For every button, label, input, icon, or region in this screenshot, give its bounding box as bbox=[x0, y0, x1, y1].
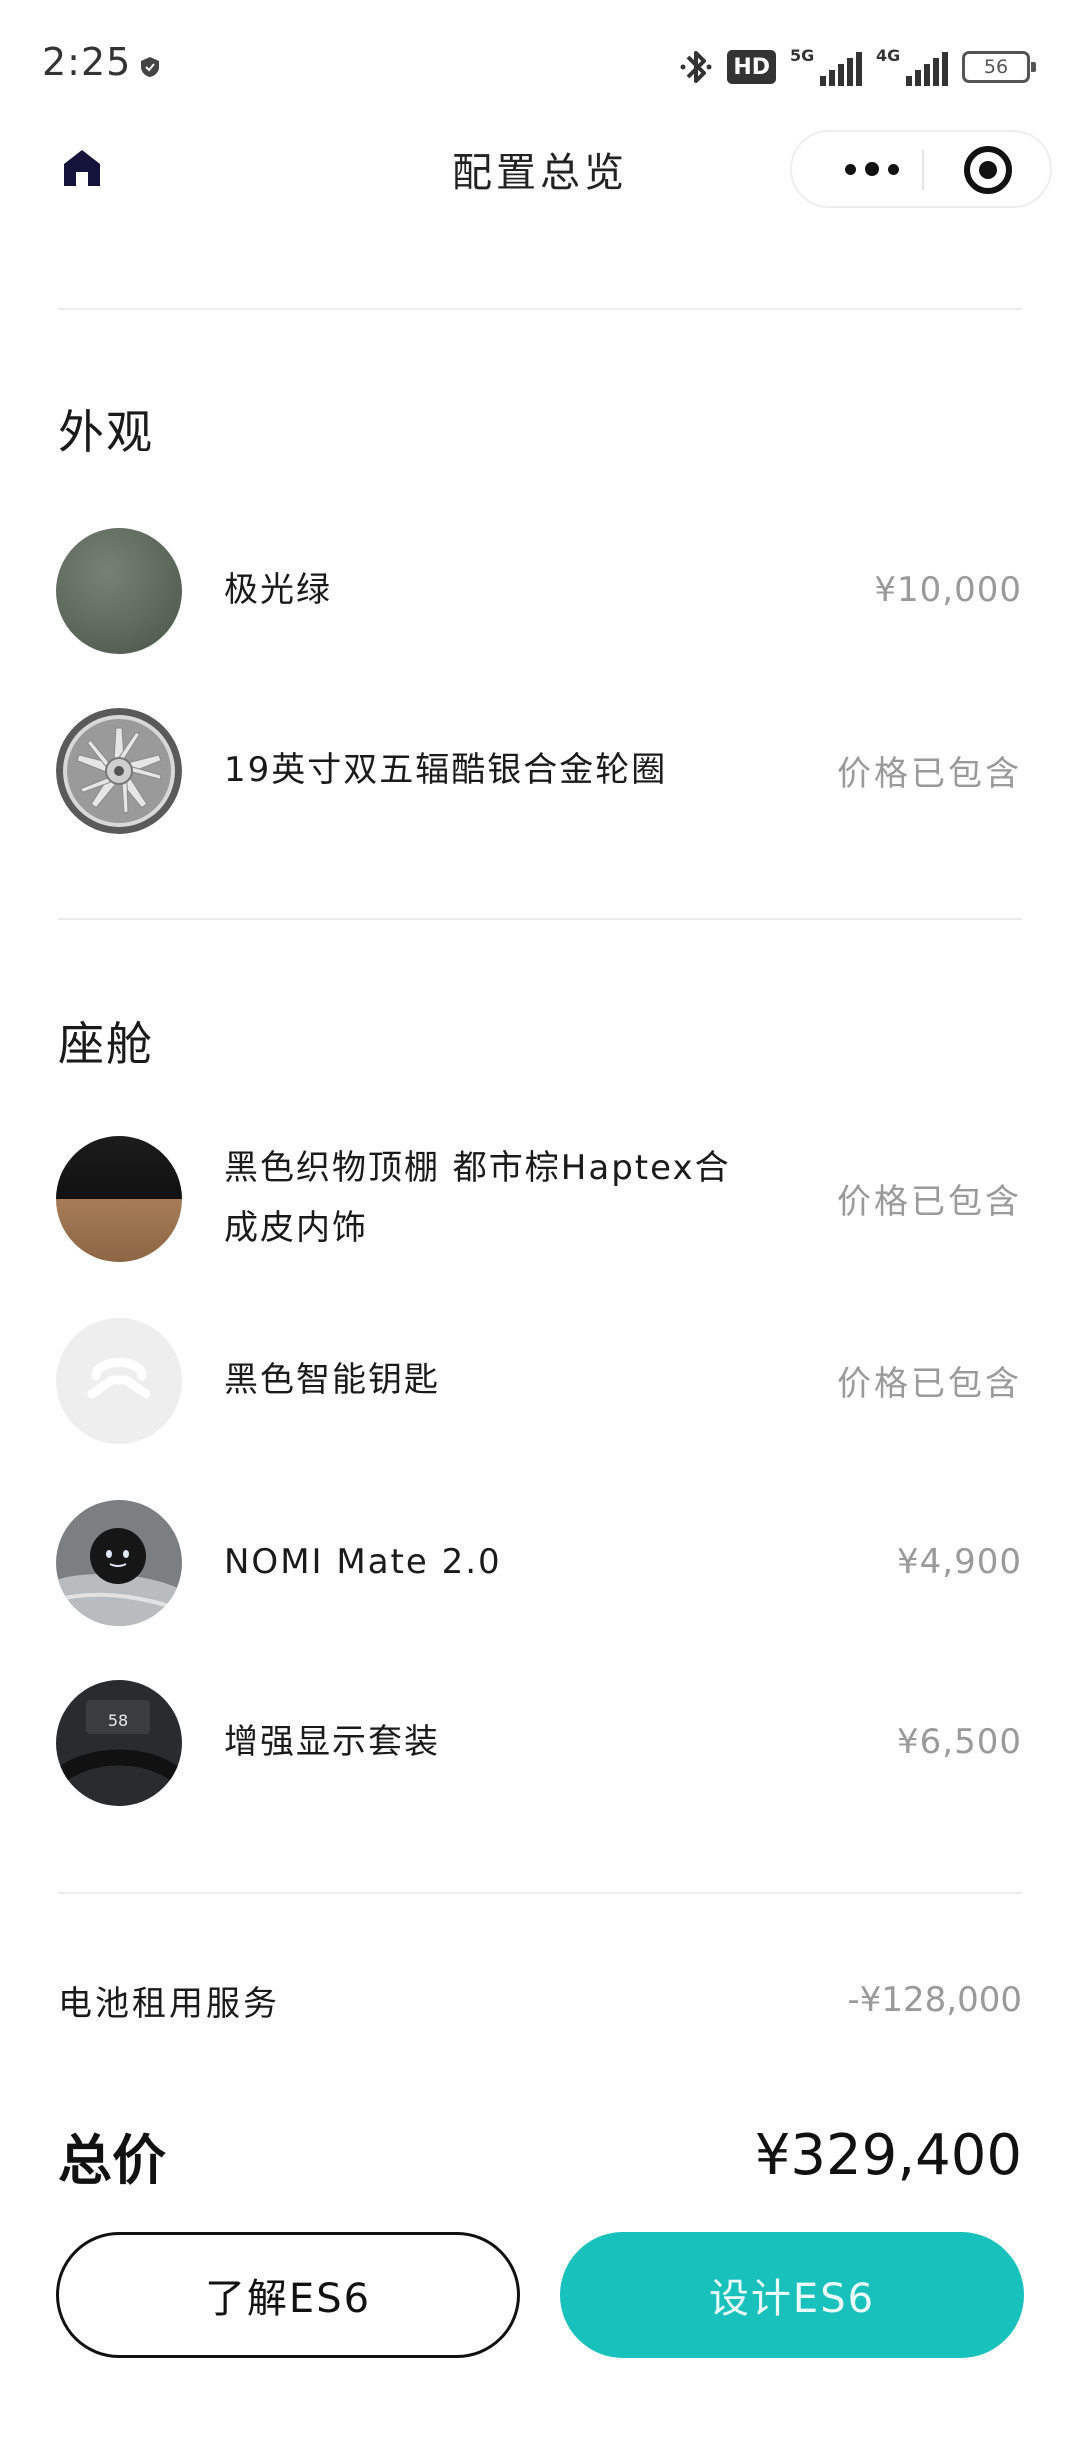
total-price-row: 总价 ¥329,400 bbox=[58, 2115, 1022, 2195]
item-price: ¥10,000 bbox=[874, 570, 1022, 610]
battery-level: 56 bbox=[983, 56, 1009, 78]
bluetooth-icon bbox=[680, 51, 712, 83]
item-price: ¥4,900 bbox=[897, 1542, 1022, 1582]
item-price: 价格已包含 bbox=[837, 753, 1022, 794]
divider bbox=[58, 1892, 1022, 1894]
more-icon[interactable] bbox=[832, 132, 912, 206]
signal-4g-icon: 4G bbox=[876, 46, 948, 86]
divider bbox=[58, 308, 1022, 310]
status-bar: 2:25 HD 5G 4G 56 bbox=[0, 0, 1080, 130]
hd-voice-icon: HD bbox=[727, 50, 776, 84]
nomi-mate-image bbox=[56, 1500, 182, 1626]
battery-rental-row: 电池租用服务 -¥128,000 bbox=[58, 1960, 1022, 2040]
config-item-nomi-mate[interactable]: NOMI Mate 2.0 ¥4,900 bbox=[0, 1492, 1080, 1632]
item-name: 增强显示套装 bbox=[224, 1722, 440, 1762]
mini-program-capsule bbox=[790, 130, 1052, 208]
item-name: 极光绿 bbox=[224, 570, 332, 610]
status-time: 2:25 bbox=[42, 40, 132, 84]
item-price: 价格已包含 bbox=[837, 1363, 1022, 1404]
nav-bar: 配置总览 bbox=[0, 130, 1080, 240]
battery-rental-value: -¥128,000 bbox=[847, 1980, 1023, 2020]
interior-swatch bbox=[56, 1136, 182, 1262]
item-name: 黑色织物顶棚 都市棕Haptex合成皮内饰 bbox=[224, 1148, 731, 1248]
item-name: 19英寸双五辐酷银合金轮圈 bbox=[224, 750, 668, 790]
section-title-cabin: 座舱 bbox=[58, 1017, 154, 1071]
capsule-divider bbox=[922, 150, 924, 190]
close-mini-program-icon[interactable] bbox=[964, 146, 1012, 194]
config-item-smart-key[interactable]: 黑色智能钥匙 价格已包含 bbox=[0, 1310, 1080, 1450]
status-icons: HD 5G 4G 56 bbox=[679, 44, 1036, 90]
config-item-display-kit[interactable]: 58 增强显示套装 ¥6,500 bbox=[0, 1672, 1080, 1812]
wheel-icon bbox=[56, 708, 182, 834]
item-price: ¥6,500 bbox=[897, 1722, 1022, 1762]
design-es6-button[interactable]: 设计ES6 bbox=[560, 2232, 1024, 2358]
configuration-overview-page: 2:25 HD 5G 4G 56 配置总览 外观 极光绿 ¥10,000 19英… bbox=[0, 0, 1080, 2460]
total-value: ¥329,400 bbox=[754, 2122, 1022, 2188]
learn-es6-button[interactable]: 了解ES6 bbox=[56, 2232, 520, 2358]
config-item-exterior-color[interactable]: 极光绿 ¥10,000 bbox=[0, 520, 1080, 660]
shield-icon bbox=[141, 57, 159, 77]
network-type-label: 4G bbox=[876, 46, 901, 65]
section-title-exterior: 外观 bbox=[58, 405, 154, 459]
total-label: 总价 bbox=[58, 2128, 166, 2192]
speed-readout: 58 bbox=[108, 1711, 128, 1730]
divider bbox=[58, 918, 1022, 920]
aurora-green-swatch bbox=[56, 528, 182, 654]
signal-5g-icon: 5G bbox=[790, 46, 862, 86]
battery-rental-label: 电池租用服务 bbox=[58, 1983, 280, 2024]
battery-icon: 56 bbox=[962, 51, 1036, 83]
smart-key-icon bbox=[56, 1318, 182, 1444]
network-type-label: 5G bbox=[790, 46, 815, 65]
item-name: NOMI Mate 2.0 bbox=[224, 1542, 502, 1582]
config-item-interior[interactable]: 黑色织物顶棚 都市棕Haptex合成皮内饰 价格已包含 bbox=[0, 1128, 1080, 1268]
display-kit-image: 58 bbox=[56, 1680, 182, 1806]
config-item-wheels[interactable]: 19英寸双五辐酷银合金轮圈 价格已包含 bbox=[0, 700, 1080, 840]
item-name: 黑色智能钥匙 bbox=[224, 1360, 440, 1400]
item-price: 价格已包含 bbox=[837, 1181, 1022, 1222]
